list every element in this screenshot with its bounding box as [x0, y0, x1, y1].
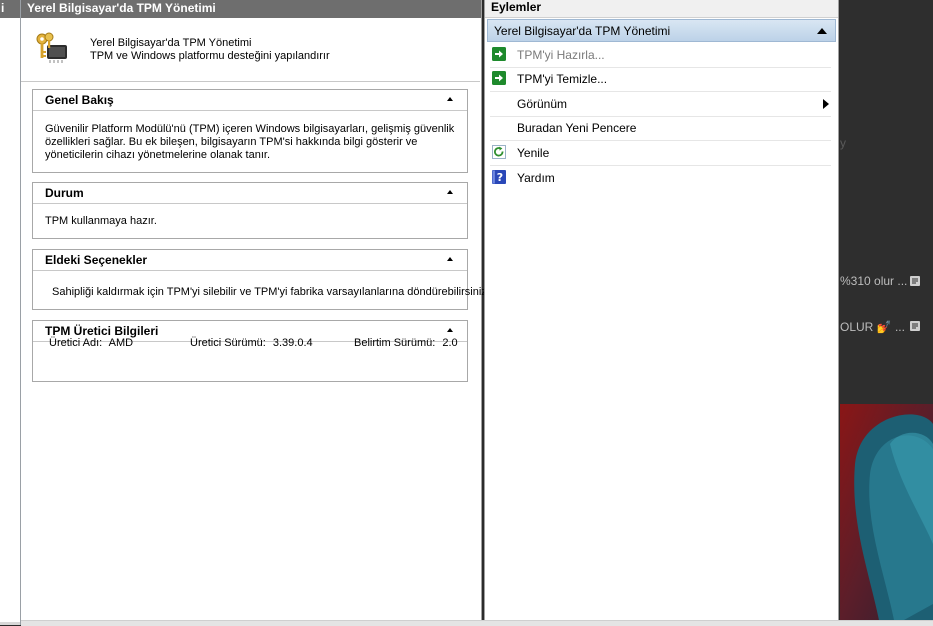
tpm-keys-chip-icon [36, 32, 67, 63]
action-label: TPM'yi Temizle... [517, 72, 608, 86]
status-title: Durum [45, 186, 84, 200]
manufacturer-info-title: TPM Üretici Bilgileri [45, 324, 159, 338]
snapin-header: Yerel Bilgisayar'da TPM Yönetimi TPM ve … [21, 19, 480, 82]
actions-title: Eylemler [485, 0, 838, 18]
left-pane-title: i [0, 0, 20, 18]
tpm-main-panel: Yerel Bilgisayar'da TPM Yönetimi Yerel B… [21, 0, 490, 625]
manufacturer-version-label: Üretici Sürümü: [190, 337, 266, 349]
manufacturer-name-row: Üretici Adı: AMD [49, 337, 133, 349]
manufacturer-name-label: Üretici Adı: [49, 337, 103, 349]
status-text: TPM kullanmaya hazır. [45, 215, 157, 227]
spec-version-row: Belirtim Sürümü: 2.0 [354, 337, 458, 349]
available-options-section: Eldeki Seçenekler Sahipliği kaldırmak iç… [32, 249, 490, 310]
overview-line: yöneticilerin cihazı yönetmelerine olana… [45, 149, 271, 161]
background-chat-item[interactable]: OLUR 💅 ... [840, 320, 905, 334]
collapse-icon[interactable] [445, 325, 455, 335]
submenu-arrow-icon [823, 99, 829, 109]
available-options-text: Sahipliği kaldırmak için TPM'yi silebili… [52, 286, 490, 298]
actions-group-label: Yerel Bilgisayar'da TPM Yönetimi [494, 24, 671, 38]
collapse-icon[interactable] [445, 94, 455, 104]
action-prepare-tpm[interactable]: TPM'yi Hazırla... [490, 43, 831, 68]
note-icon [910, 276, 920, 286]
header-description: TPM ve Windows platformu desteğini yapıl… [90, 50, 330, 62]
main-panel-title: Yerel Bilgisayar'da TPM Yönetimi [21, 0, 481, 18]
spec-version-value: 2.0 [442, 337, 458, 349]
help-icon: ? [492, 170, 506, 184]
collapse-arrow-icon[interactable] [817, 28, 827, 34]
manufacturer-version-value: 3.39.0.4 [272, 337, 313, 349]
collapse-icon[interactable] [445, 254, 455, 264]
action-clear-tpm[interactable]: TPM'yi Temizle... [490, 67, 831, 92]
action-label: Buradan Yeni Pencere [517, 121, 637, 135]
action-label: Yenile [517, 146, 550, 160]
action-label: TPM'yi Hazırla... [517, 48, 605, 62]
green-arrow-icon [492, 47, 506, 61]
overview-line: özellikleri sağlar. Bu ek bileşen, bilgi… [45, 136, 418, 148]
status-header[interactable]: Durum [33, 183, 467, 204]
action-new-window[interactable]: Buradan Yeni Pencere [490, 116, 831, 141]
action-label: Görünüm [517, 97, 568, 111]
green-arrow-icon [492, 71, 506, 85]
manufacturer-info-section: TPM Üretici Bilgileri Üretici Adı: AMD Ü… [32, 320, 468, 382]
collapse-icon[interactable] [445, 187, 455, 197]
overview-body: Güvenilir Platform Modülü'nü (TPM) içere… [33, 111, 467, 162]
background-photo [840, 404, 933, 625]
manufacturer-version-row: Üretici Sürümü: 3.39.0.4 [190, 337, 313, 349]
status-section: Durum TPM kullanmaya hazır. [32, 182, 468, 239]
background-window: y %310 olur ... OLUR 💅 ... [840, 0, 933, 625]
action-view[interactable]: Görünüm [490, 92, 831, 117]
background-chat-item[interactable]: %310 olur ... [840, 274, 907, 288]
overview-section: Genel Bakış Güvenilir Platform Modülü'nü… [32, 89, 468, 173]
actions-pane: Eylemler Yerel Bilgisayar'da TPM Yönetim… [484, 0, 839, 625]
actions-group-header[interactable]: Yerel Bilgisayar'da TPM Yönetimi [487, 19, 836, 42]
action-label: Yardım [517, 171, 555, 185]
background-text: y [840, 136, 846, 150]
header-title: Yerel Bilgisayar'da TPM Yönetimi [90, 37, 252, 49]
svg-text:?: ? [497, 171, 503, 184]
overview-line: Güvenilir Platform Modülü'nü (TPM) içere… [45, 123, 455, 135]
action-refresh[interactable]: Yenile [490, 141, 831, 166]
overview-header[interactable]: Genel Bakış [33, 90, 467, 111]
note-icon [910, 321, 920, 331]
overview-title: Genel Bakış [45, 93, 114, 107]
spec-version-label: Belirtim Sürümü: [354, 337, 436, 349]
left-pane-edge: i [0, 0, 21, 625]
manufacturer-name-value: AMD [108, 337, 134, 349]
available-options-header[interactable]: Eldeki Seçenekler [33, 250, 467, 271]
action-help[interactable]: ? Yardım [490, 166, 831, 190]
available-options-title: Eldeki Seçenekler [45, 253, 148, 267]
refresh-icon [492, 145, 506, 159]
status-bar [21, 620, 933, 626]
